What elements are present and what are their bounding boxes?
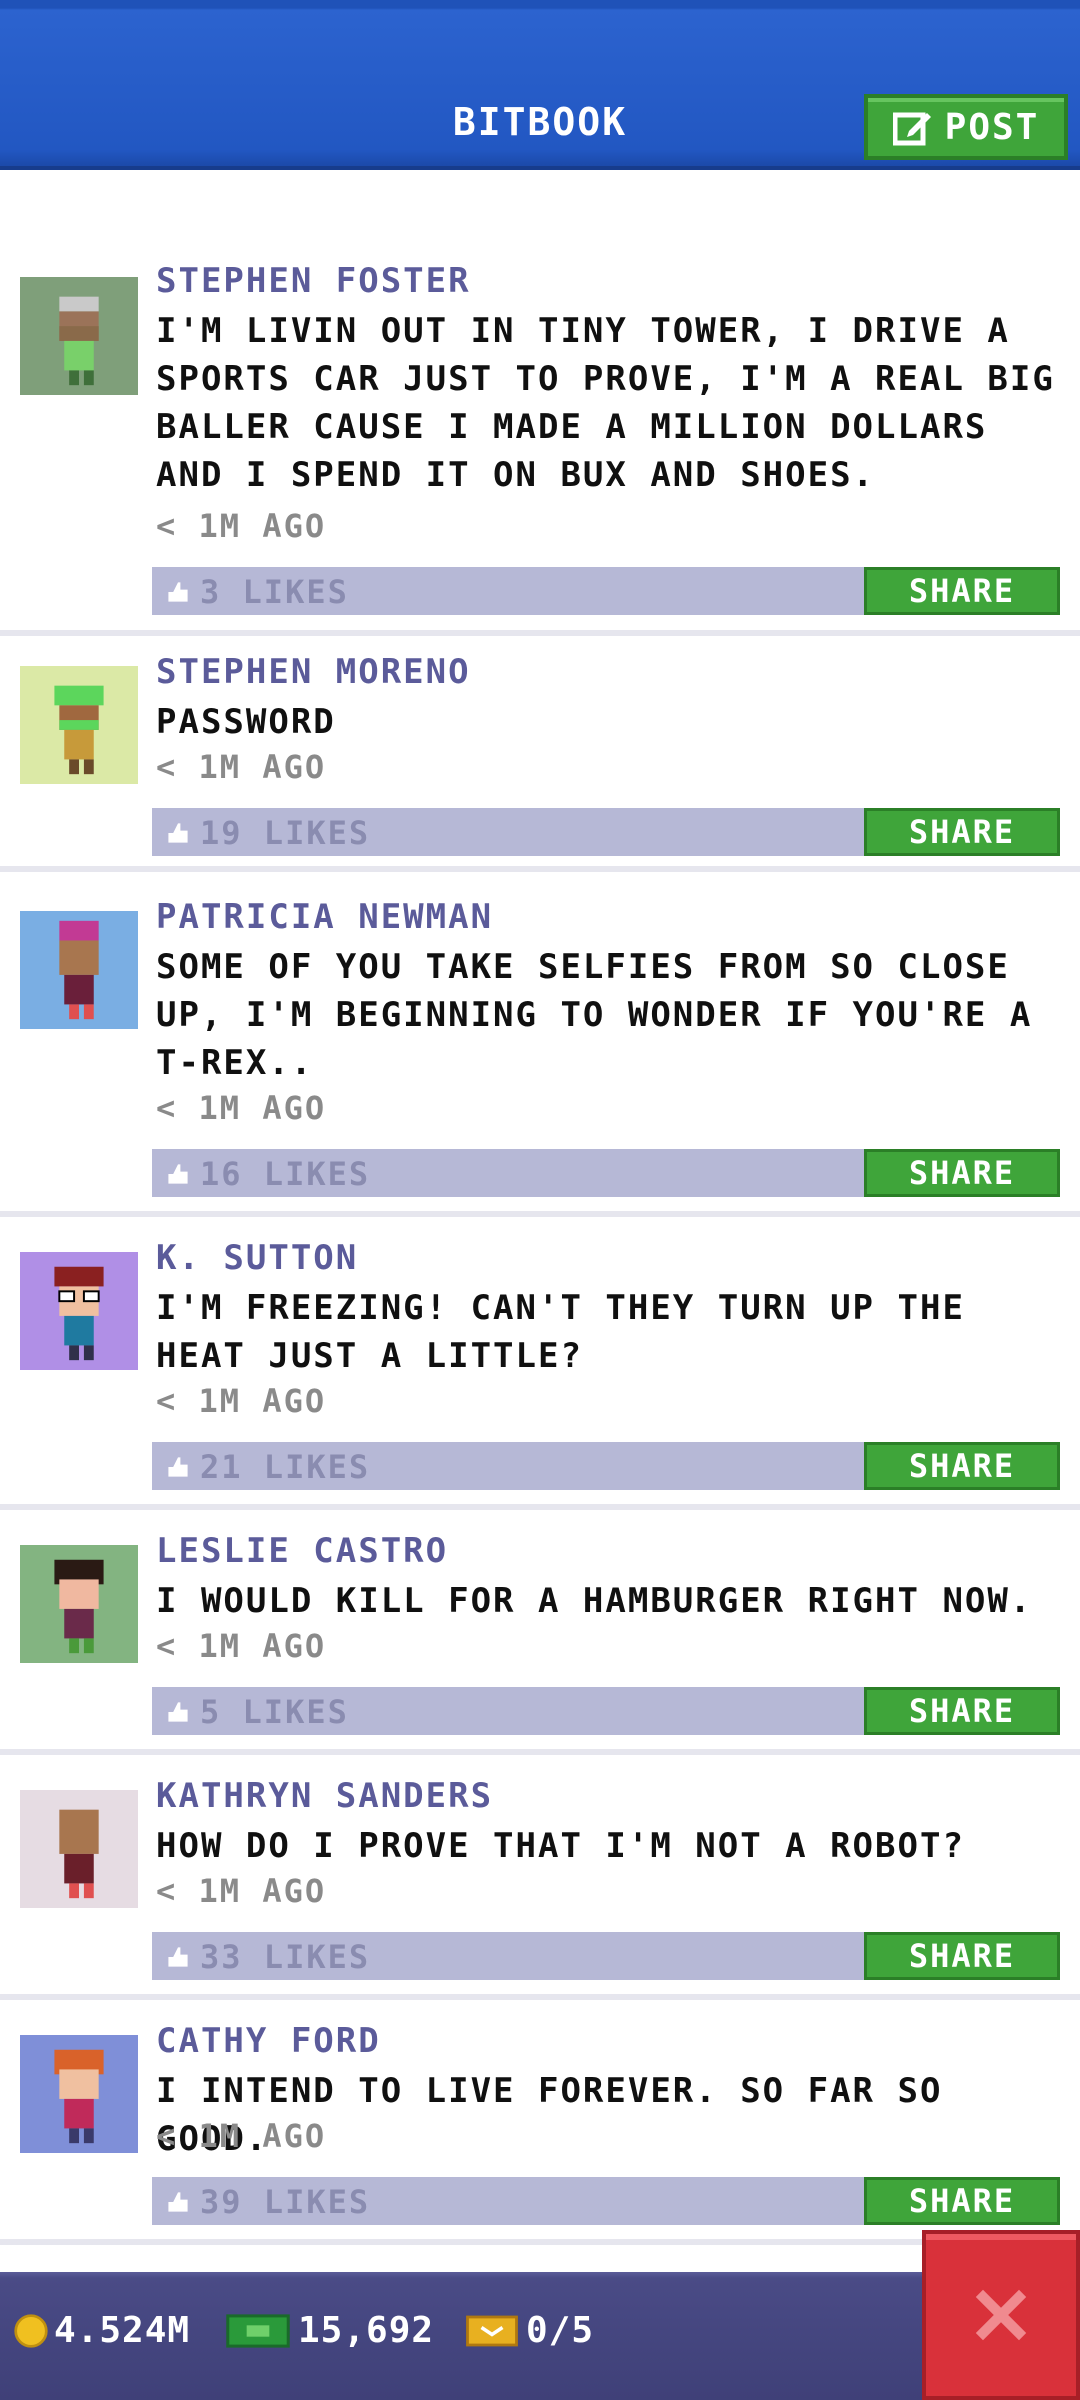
like-count[interactable]: 5 LIKES: [166, 1693, 349, 1731]
share-button[interactable]: SHARE: [864, 1687, 1060, 1735]
thumbs-up-icon: [168, 823, 188, 843]
post-button-label: POST: [944, 106, 1040, 148]
avatar: [20, 1252, 138, 1370]
avatar-image: [20, 1790, 138, 1908]
post-time: < 1M AGO: [156, 1382, 327, 1420]
like-bar[interactable]: 21 LIKES SHARE: [152, 1442, 1060, 1490]
like-count-label: 39 LIKES: [200, 2183, 371, 2221]
bux-value: 15,692: [298, 2310, 435, 2351]
like-count[interactable]: 16 LIKES: [166, 1155, 370, 1193]
like-bar[interactable]: 39 LIKES SHARE: [152, 2177, 1060, 2225]
post-text: PASSWORD: [156, 702, 336, 742]
list-item: LESLIE CASTRO I WOULD KILL FOR A HAMBURG…: [0, 1531, 1080, 1755]
like-count[interactable]: 21 LIKES: [166, 1448, 370, 1486]
coin-icon: [14, 2313, 48, 2348]
like-count[interactable]: 33 LIKES: [166, 1938, 370, 1976]
avatar: [20, 911, 138, 1029]
post-button[interactable]: POST: [864, 94, 1068, 160]
share-button[interactable]: SHARE: [864, 567, 1060, 615]
share-button[interactable]: SHARE: [864, 1932, 1060, 1980]
list-item: CATHY FORD I INTEND TO LIVE FOREVER. SO …: [0, 2021, 1080, 2245]
bux-icon: [226, 2313, 290, 2348]
post-time: < 1M AGO: [156, 1872, 327, 1910]
post-time: < 1M AGO: [156, 748, 327, 786]
avatar-image: [20, 2035, 138, 2153]
coins-value: 4.524M: [54, 2310, 191, 2351]
list-item: STEPHEN MORENO PASSWORD < 1M AGO 19 LIKE…: [0, 652, 1080, 872]
post-text: I WOULD KILL FOR A HAMBURGER RIGHT NOW.: [156, 1581, 1033, 1621]
ticket-icon: [466, 2315, 518, 2346]
like-count-label: 5 LIKES: [200, 1693, 349, 1731]
post-text: I'M LIVIN OUT IN TINY TOWER, I DRIVE A S…: [156, 311, 1055, 495]
like-bar[interactable]: 3 LIKES SHARE: [152, 567, 1060, 615]
post-author[interactable]: STEPHEN MORENO: [156, 652, 471, 692]
avatar: [20, 2035, 138, 2153]
post-time: < 1M AGO: [156, 507, 327, 545]
post-author[interactable]: STEPHEN FOSTER: [156, 261, 471, 301]
post-time: < 1M AGO: [156, 1627, 327, 1665]
post-text: HOW DO I PROVE THAT I'M NOT A ROBOT?: [156, 1826, 965, 1866]
like-bar[interactable]: 33 LIKES SHARE: [152, 1932, 1060, 1980]
status-bar: 4.524M 15,692 0/5: [0, 2272, 1080, 2400]
avatar: [20, 1545, 138, 1663]
post-author[interactable]: KATHRYN SANDERS: [156, 1776, 493, 1816]
thumbs-up-icon: [168, 1164, 188, 1184]
list-item: STEPHEN FOSTER I'M LIVIN OUT IN TINY TOW…: [0, 261, 1080, 636]
list-item: K. SUTTON I'M FREEZING! CAN'T THEY TURN …: [0, 1238, 1080, 1510]
like-count[interactable]: 3 LIKES: [166, 573, 349, 611]
avatar-image: [20, 666, 138, 784]
like-count-label: 16 LIKES: [200, 1155, 371, 1193]
avatar-image: [20, 1545, 138, 1663]
like-count[interactable]: 39 LIKES: [166, 2183, 370, 2221]
like-count[interactable]: 19 LIKES: [166, 814, 370, 852]
tickets-value: 0/5: [526, 2310, 595, 2351]
close-button[interactable]: [922, 2230, 1080, 2400]
avatar-image: [20, 911, 138, 1029]
avatar-image: [20, 277, 138, 395]
list-item: PATRICIA NEWMAN SOME OF YOU TAKE SELFIES…: [0, 897, 1080, 1217]
thumbs-up-icon: [168, 1702, 188, 1722]
avatar-image: [20, 1252, 138, 1370]
tickets-stat: 0/5: [464, 2310, 594, 2351]
post-text: SOME OF YOU TAKE SELFIES FROM SO CLOSE U…: [156, 947, 1033, 1083]
like-count-label: 33 LIKES: [200, 1938, 371, 1976]
avatar: [20, 666, 138, 784]
like-count-label: 3 LIKES: [200, 573, 349, 611]
share-button[interactable]: SHARE: [864, 2177, 1060, 2225]
post-time: < 1M AGO: [156, 1089, 327, 1127]
share-button[interactable]: SHARE: [864, 1442, 1060, 1490]
post-time: < 1M AGO: [156, 2117, 327, 2155]
thumbs-up-icon: [168, 582, 188, 602]
app-header: BITBOOK POST: [0, 0, 1080, 170]
edit-icon: [892, 112, 931, 146]
post-author[interactable]: LESLIE CASTRO: [156, 1531, 448, 1571]
like-count-label: 19 LIKES: [200, 814, 371, 852]
share-button[interactable]: SHARE: [864, 1149, 1060, 1197]
thumbs-up-icon: [168, 1457, 188, 1477]
like-bar[interactable]: 16 LIKES SHARE: [152, 1149, 1060, 1197]
post-text: I'M FREEZING! CAN'T THEY TURN UP THE HEA…: [156, 1288, 965, 1376]
share-button[interactable]: SHARE: [864, 808, 1060, 856]
post-author[interactable]: CATHY FORD: [156, 2021, 381, 2061]
bux-stat: 15,692: [224, 2310, 434, 2351]
like-count-label: 21 LIKES: [200, 1448, 371, 1486]
close-icon: [975, 2289, 1027, 2341]
like-bar[interactable]: 19 LIKES SHARE: [152, 808, 1060, 856]
coins-stat: 4.524M: [14, 2310, 190, 2351]
avatar: [20, 277, 138, 395]
list-item: KATHRYN SANDERS HOW DO I PROVE THAT I'M …: [0, 1776, 1080, 2000]
thumbs-up-icon: [168, 1947, 188, 1967]
post-author[interactable]: K. SUTTON: [156, 1238, 358, 1278]
post-author[interactable]: PATRICIA NEWMAN: [156, 897, 493, 937]
like-bar[interactable]: 5 LIKES SHARE: [152, 1687, 1060, 1735]
thumbs-up-icon: [168, 2192, 188, 2212]
avatar: [20, 1790, 138, 1908]
